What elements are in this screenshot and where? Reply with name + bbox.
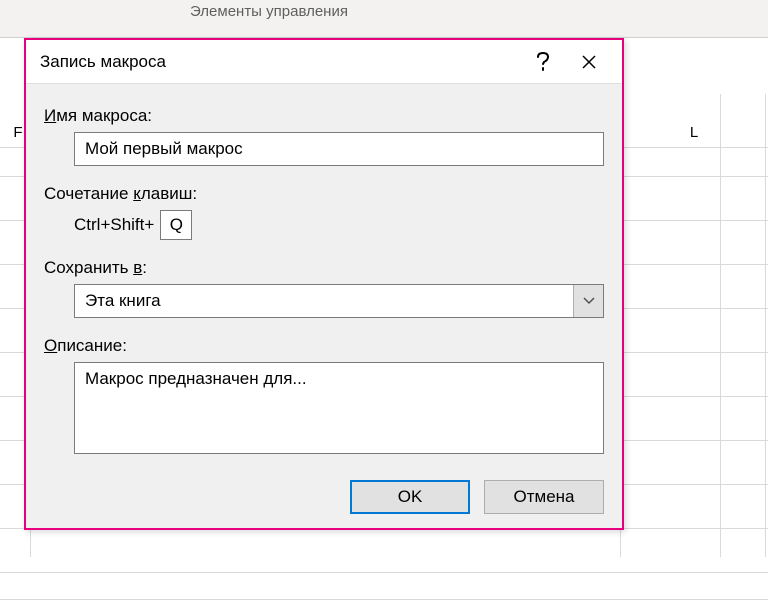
store-in-label: Сохранить в: — [44, 258, 604, 278]
chevron-down-icon — [573, 285, 603, 317]
dialog-body: Имя макроса: Сочетание клавиш: Ctrl+Shif… — [26, 84, 622, 459]
macro-name-label: Имя макроса: — [44, 106, 604, 126]
store-in-select[interactable]: Эта книга — [74, 284, 604, 318]
record-macro-dialog: Запись макроса Имя макроса: Сочетание кл… — [24, 38, 624, 530]
ribbon-group-label: Элементы управления — [190, 3, 348, 20]
description-label: Описание: — [44, 336, 604, 356]
dialog-titlebar[interactable]: Запись макроса — [26, 40, 622, 84]
column-header-l[interactable]: L — [674, 118, 714, 146]
help-button[interactable] — [520, 42, 566, 82]
shortcut-row: Ctrl+Shift+ — [74, 210, 604, 240]
ribbon-fragment: Элементы управления — [0, 0, 768, 38]
store-in-value: Эта книга — [85, 291, 161, 311]
macro-name-input[interactable] — [74, 132, 604, 166]
cancel-button[interactable]: Отмена — [484, 480, 604, 514]
shortcut-prefix: Ctrl+Shift+ — [74, 215, 154, 235]
shortcut-label: Сочетание клавиш: — [44, 184, 604, 204]
ok-button[interactable]: OK — [350, 480, 470, 514]
description-input[interactable] — [74, 362, 604, 454]
dialog-title: Запись макроса — [40, 52, 520, 72]
dialog-buttons: OK Отмена — [350, 480, 604, 514]
shortcut-key-input[interactable] — [160, 210, 192, 240]
close-button[interactable] — [566, 42, 612, 82]
